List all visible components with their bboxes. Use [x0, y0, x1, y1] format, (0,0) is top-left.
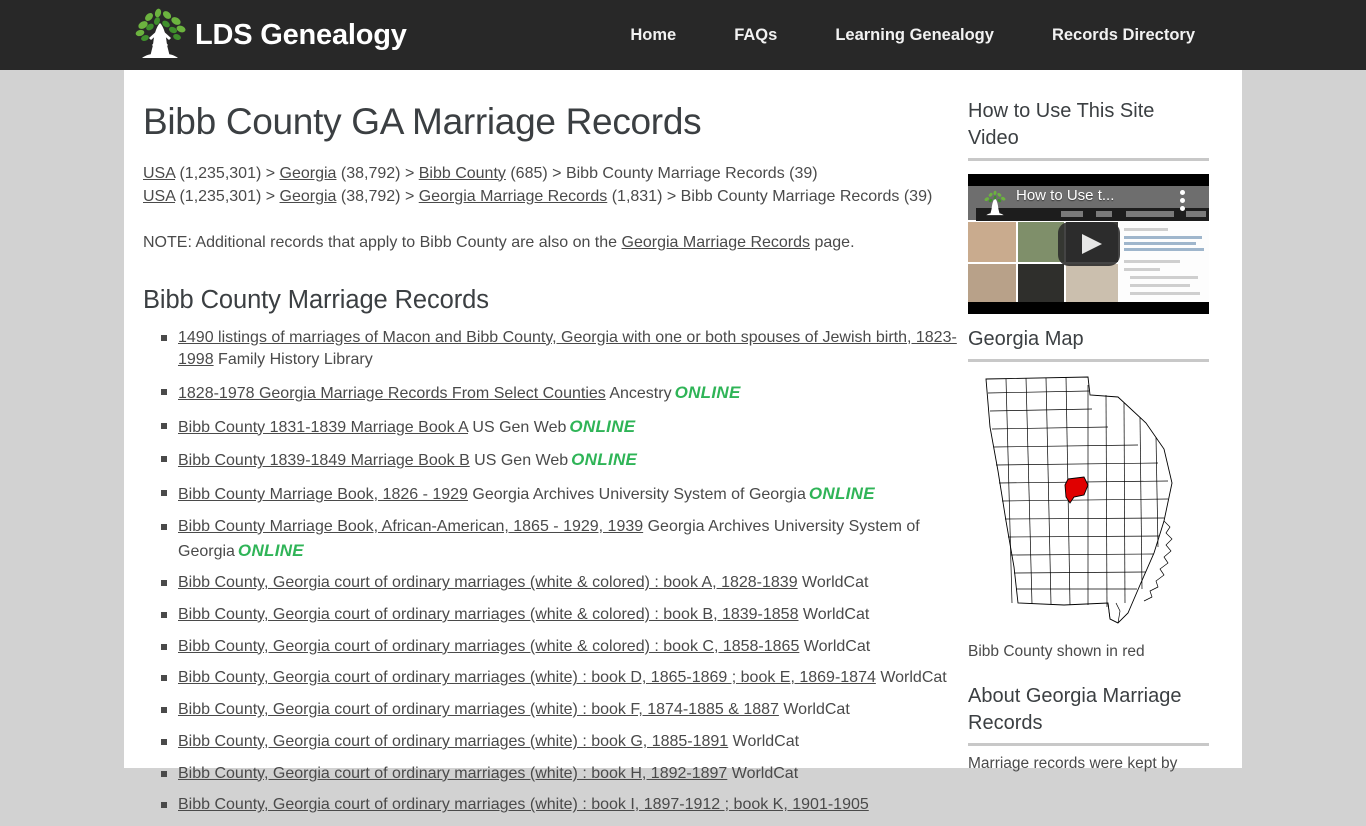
online-badge: ONLINE — [237, 540, 304, 560]
record-title-link[interactable]: Bibb County 1839-1849 Marriage Book B — [178, 452, 470, 469]
brand-name: LDS Genealogy — [195, 18, 407, 51]
play-icon[interactable] — [1057, 222, 1120, 266]
record-title-link[interactable]: Bibb County 1831-1839 Marriage Book A — [178, 419, 468, 436]
breadcrumb-primary-part-0[interactable]: USA — [143, 165, 175, 182]
tree-logo-icon — [135, 8, 186, 58]
main-navigation: Home FAQs Learning Genealogy Records Dir… — [601, 0, 1224, 70]
record-title-link[interactable]: Bibb County, Georgia court of ordinary m… — [178, 574, 798, 591]
online-badge: ONLINE — [808, 484, 875, 504]
note-text: NOTE: Additional records that apply to B… — [143, 231, 958, 255]
video-overlay-title: How to Use t... — [1016, 187, 1115, 204]
nav-item-faqs[interactable]: FAQs — [705, 26, 806, 45]
online-badge: ONLINE — [674, 383, 741, 403]
record-list-item: Bibb County, Georgia court of ordinary m… — [161, 763, 958, 786]
sidebar-heading-map: Georgia Map — [968, 326, 1209, 362]
record-list-item: Bibb County 1831-1839 Marriage Book A US… — [161, 415, 958, 440]
record-list-item: Bibb County Marriage Book, 1826 - 1929 G… — [161, 482, 958, 507]
record-source: WorldCat — [778, 701, 850, 719]
record-title-link[interactable]: Bibb County, Georgia court of ordinary m… — [178, 638, 799, 655]
breadcrumb-secondary-part-3: (38,792) > — [336, 188, 419, 206]
about-text: Marriage records were kept by — [968, 755, 1178, 772]
main-column: Bibb County GA Marriage Records USA (1,2… — [143, 70, 958, 826]
record-source: Family History Library — [213, 351, 373, 369]
record-source: Georgia Archives University System of Ge… — [467, 486, 806, 504]
record-source: US Gen Web — [467, 418, 567, 436]
record-list-item: Bibb County 1839-1849 Marriage Book B US… — [161, 448, 958, 473]
record-title-link[interactable]: Bibb County, Georgia court of ordinary m… — [178, 733, 728, 750]
record-source: US Gen Web — [469, 452, 569, 470]
record-list-item: Bibb County, Georgia court of ordinary m… — [161, 699, 958, 722]
breadcrumb-secondary: USA (1,235,301) > Georgia (38,792) > Geo… — [143, 185, 958, 209]
record-source: WorldCat — [798, 606, 870, 624]
record-list-item: Bibb County, Georgia court of ordinary m… — [161, 667, 958, 690]
record-list-item: Bibb County, Georgia court of ordinary m… — [161, 794, 958, 817]
note-part-0: NOTE: Additional records that apply to B… — [143, 233, 622, 251]
sidebar-heading-about: About Georgia Marriage Records — [968, 683, 1209, 746]
record-list-item: Bibb County Marriage Book, African-Ameri… — [161, 516, 958, 563]
records-list: 1490 listings of marriages of Macon and … — [143, 327, 958, 818]
breadcrumb-primary-part-4[interactable]: Bibb County — [419, 165, 506, 182]
breadcrumb-primary-part-3: (38,792) > — [336, 164, 419, 182]
record-title-link[interactable]: Bibb County, Georgia court of ordinary m… — [178, 796, 869, 813]
record-source: WorldCat — [727, 764, 799, 782]
record-list-item: Bibb County, Georgia court of ordinary m… — [161, 604, 958, 627]
video-thumb-article-pane — [1118, 222, 1209, 302]
nav-item-records-directory[interactable]: Records Directory — [1023, 26, 1224, 45]
nav-item-home[interactable]: Home — [601, 26, 705, 45]
record-list-item: Bibb County, Georgia court of ordinary m… — [161, 731, 958, 754]
breadcrumb-primary-part-2[interactable]: Georgia — [280, 165, 337, 182]
record-title-link[interactable]: Bibb County, Georgia court of ordinary m… — [178, 606, 798, 623]
record-list-item: Bibb County, Georgia court of ordinary m… — [161, 636, 958, 659]
record-title-link[interactable]: Bibb County, Georgia court of ordinary m… — [178, 701, 779, 718]
how-to-use-video-player[interactable]: How to Use t... — [968, 174, 1209, 314]
note-part-2: page. — [810, 233, 855, 251]
record-source: WorldCat — [797, 574, 869, 592]
online-badge: ONLINE — [569, 416, 636, 436]
breadcrumb-primary-part-5: (685) > Bibb County Marriage Records (39… — [505, 164, 818, 182]
breadcrumb-secondary-part-1: (1,235,301) > — [175, 188, 280, 206]
breadcrumb-secondary-part-0[interactable]: USA — [143, 188, 175, 205]
breadcrumb-secondary-part-2[interactable]: Georgia — [280, 188, 337, 205]
video-thumb-tree-icon — [984, 190, 1006, 216]
online-badge: ONLINE — [571, 450, 638, 470]
record-title-link[interactable]: Bibb County, Georgia court of ordinary m… — [178, 669, 876, 686]
record-title-link[interactable]: 1828-1978 Georgia Marriage Records From … — [178, 385, 606, 402]
header-inner: LDS Genealogy Home FAQs Learning Genealo… — [124, 0, 1242, 70]
map-caption: Bibb County shown in red — [968, 643, 1145, 660]
section-heading: Bibb County Marriage Records — [143, 285, 489, 314]
georgia-county-map — [985, 376, 1173, 624]
kebab-menu-icon[interactable] — [1180, 190, 1185, 214]
site-header: LDS Genealogy Home FAQs Learning Genealo… — [0, 0, 1366, 70]
brand-logo-link[interactable]: LDS Genealogy — [129, 7, 407, 63]
breadcrumb-primary: USA (1,235,301) > Georgia (38,792) > Bib… — [143, 162, 958, 186]
video-thumb-navbar — [976, 208, 1209, 221]
record-list-item: 1828-1978 Georgia Marriage Records From … — [161, 381, 958, 406]
record-source: WorldCat — [799, 637, 871, 655]
sidebar-heading-video: How to Use This Site Video — [968, 98, 1209, 161]
page-content-area: Bibb County GA Marriage Records USA (1,2… — [124, 70, 1242, 813]
note-part-1[interactable]: Georgia Marriage Records — [622, 234, 811, 251]
record-source: Ancestry — [605, 385, 672, 403]
breadcrumb-secondary-part-5: (1,831) > Bibb County Marriage Records (… — [607, 188, 933, 206]
breadcrumb-primary-part-1: (1,235,301) > — [175, 164, 280, 182]
record-list-item: Bibb County, Georgia court of ordinary m… — [161, 572, 958, 595]
nav-item-learning-genealogy[interactable]: Learning Genealogy — [806, 26, 1023, 45]
record-title-link[interactable]: Bibb County Marriage Book, 1826 - 1929 — [178, 486, 468, 503]
record-title-link[interactable]: Bibb County Marriage Book, African-Ameri… — [178, 518, 643, 535]
breadcrumb-secondary-part-4[interactable]: Georgia Marriage Records — [419, 188, 608, 205]
sidebar: How to Use This Site Video How to Use t.… — [968, 70, 1209, 775]
page-title: Bibb County GA Marriage Records — [143, 101, 702, 142]
record-title-link[interactable]: Bibb County, Georgia court of ordinary m… — [178, 765, 727, 782]
record-list-item: 1490 listings of marriages of Macon and … — [161, 327, 958, 372]
record-source: WorldCat — [875, 669, 947, 687]
record-source: WorldCat — [728, 732, 800, 750]
